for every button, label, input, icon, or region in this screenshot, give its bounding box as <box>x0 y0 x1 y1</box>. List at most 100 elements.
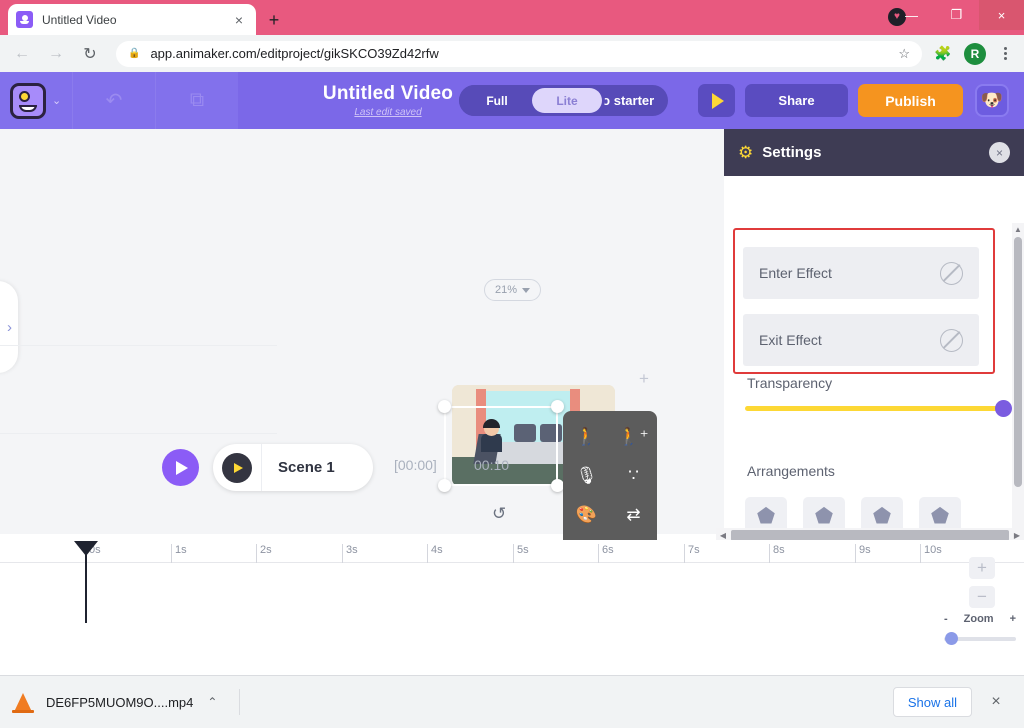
none-icon <box>940 328 963 352</box>
mode-option-full[interactable]: Full <box>462 88 532 113</box>
favicon-icon <box>16 11 33 28</box>
ruler-tick: 3s <box>342 544 358 563</box>
close-downloads-bar-icon[interactable]: × <box>982 688 1010 716</box>
add-element-icon[interactable]: + <box>639 369 649 389</box>
window-maximize-button[interactable]: ❐ <box>934 0 979 30</box>
profile-avatar[interactable]: R <box>964 42 986 65</box>
divider <box>261 444 262 491</box>
page-title: Untitled Video <box>322 83 454 104</box>
settings-panel-scrollbar[interactable]: ▲ ▼ <box>1012 223 1024 534</box>
timeline-zoom-out-button[interactable]: − <box>969 586 995 608</box>
action-icon[interactable]: 🚶 <box>563 417 610 456</box>
ruler-tick: 9s <box>855 544 871 563</box>
enter-effect-label: Enter Effect <box>759 265 832 281</box>
transparency-label: Transparency <box>747 375 833 391</box>
publish-button[interactable]: Publish <box>858 84 963 117</box>
downloads-bar: DE6FP5MUOM9O....mp4 ⌃ Show all × <box>0 675 1024 728</box>
ruler-tick: 10s <box>920 544 942 563</box>
playhead-line <box>85 541 87 623</box>
enter-effect-row[interactable]: Enter Effect <box>743 247 979 299</box>
browser-tab[interactable]: Untitled Video × <box>8 4 256 35</box>
play-icon <box>712 92 724 109</box>
timeline-tracks: › ‹ <box>0 563 1024 675</box>
zoom-slider-thumb[interactable] <box>945 632 958 645</box>
download-file-name: DE6FP5MUOM9O....mp4 <box>46 694 194 710</box>
lock-icon: 🔒 <box>128 48 141 59</box>
tab-title: Untitled Video <box>42 12 117 27</box>
exit-effect-row[interactable]: Exit Effect <box>743 314 979 366</box>
resize-handle-bottom-left[interactable] <box>438 479 451 492</box>
duplicate-icon[interactable]: ⧉ <box>156 72 238 129</box>
timeline-ruler[interactable]: 0s 1s 2s 3s 4s 5s 6s 7s 8s 9s 10s <box>0 540 1024 563</box>
exit-effect-label: Exit Effect <box>759 332 822 348</box>
settings-panel-header: ⚙ Settings × <box>724 129 1024 176</box>
rotate-handle-icon[interactable]: ↺ <box>492 504 506 524</box>
selection-box[interactable] <box>438 400 564 492</box>
show-all-downloads-button[interactable]: Show all <box>892 687 972 717</box>
share-button[interactable]: Share <box>745 84 848 117</box>
mode-option-lite[interactable]: Lite <box>532 88 602 113</box>
window-controls: — ❐ × <box>889 0 1024 35</box>
animaker-logo-icon <box>10 82 46 119</box>
project-title-block[interactable]: Untitled Video Last edit saved <box>288 83 488 118</box>
ruler-tick: 8s <box>769 544 785 563</box>
url-text: app.animaker.com/editproject/gikSKCO39Zd… <box>150 46 439 61</box>
reload-icon[interactable]: ↻ <box>76 40 104 68</box>
browser-toolbar: ← → ↻ 🔒 app.animaker.com/editproject/gik… <box>0 35 1024 72</box>
zoom-slider-labels: - Zoom + <box>944 613 1016 625</box>
scene-play-button[interactable] <box>222 452 252 483</box>
scene-card[interactable]: Scene 1 <box>213 444 373 491</box>
close-icon[interactable]: × <box>989 142 1010 163</box>
ruler-tick: 4s <box>427 544 443 563</box>
divider <box>0 433 277 434</box>
scroll-up-icon[interactable]: ▲ <box>1012 223 1024 235</box>
resize-handle-top-right[interactable] <box>551 400 564 413</box>
play-icon <box>233 462 243 473</box>
bookmark-star-icon[interactable]: ☆ <box>898 46 910 62</box>
microphone-icon[interactable]: 🎙 <box>563 456 610 495</box>
canvas-zoom-selector[interactable]: 21% <box>484 279 541 301</box>
undo-icon[interactable]: ↶ <box>73 72 155 129</box>
ruler-tick: 5s <box>513 544 529 563</box>
left-panel-expand-button[interactable]: › <box>0 281 18 373</box>
tab-close-icon[interactable]: × <box>230 11 248 29</box>
transparency-slider-thumb[interactable] <box>995 400 1012 417</box>
play-icon <box>176 460 188 475</box>
timeline-play-button[interactable] <box>162 449 199 486</box>
selection-frame <box>444 406 558 486</box>
browser-tab-bar: Untitled Video × + ♥ — ❐ × <box>0 0 1024 35</box>
preview-play-button[interactable] <box>698 84 735 117</box>
gear-icon: ⚙ <box>738 142 754 162</box>
settings-panel-title: Settings <box>762 144 822 161</box>
download-item[interactable]: DE6FP5MUOM9O....mp4 ⌃ <box>12 685 217 719</box>
palette-icon[interactable]: 🎨 <box>563 495 610 534</box>
divider <box>0 345 277 346</box>
add-character-icon[interactable]: 🚶⁺ <box>610 417 657 456</box>
back-icon[interactable]: ← <box>8 40 36 68</box>
chevron-up-icon[interactable]: ⌃ <box>207 695 217 709</box>
ruler-tick: 6s <box>598 544 614 563</box>
app-logo-button[interactable]: ⌄ <box>0 72 72 129</box>
user-avatar[interactable]: 🐶 <box>975 84 1009 117</box>
animaker-editor-window: Untitled Video × + ♥ — ❐ × ← → ↻ 🔒 app.a… <box>0 0 1024 728</box>
ruler-tick: 1s <box>171 544 187 563</box>
chevron-down-icon[interactable]: ⌄ <box>52 94 61 107</box>
scene-name: Scene 1 <box>278 459 335 476</box>
mode-toggle[interactable]: Full Lite <box>459 85 605 116</box>
window-minimize-button[interactable]: — <box>889 0 934 30</box>
scrollbar-thumb[interactable] <box>1014 237 1022 487</box>
transparency-slider[interactable] <box>745 406 1000 411</box>
zoom-plus-label: + <box>1009 613 1016 625</box>
vlc-cone-icon <box>12 692 34 713</box>
extensions-icon[interactable]: 🧩 <box>930 41 956 67</box>
timeline-zoom-in-button[interactable]: + <box>969 557 995 579</box>
forward-icon[interactable]: → <box>42 40 70 68</box>
zoom-minus-label: - <box>944 613 948 625</box>
address-bar[interactable]: 🔒 app.animaker.com/editproject/gikSKCO39… <box>116 40 922 67</box>
new-tab-button[interactable]: + <box>262 8 286 32</box>
replace-icon[interactable]: ⇄ <box>610 495 657 534</box>
chrome-menu-icon[interactable] <box>994 47 1016 60</box>
resize-handle-top-left[interactable] <box>438 400 451 413</box>
motion-path-icon[interactable]: ∵ <box>610 456 657 495</box>
window-close-button[interactable]: × <box>979 0 1024 30</box>
